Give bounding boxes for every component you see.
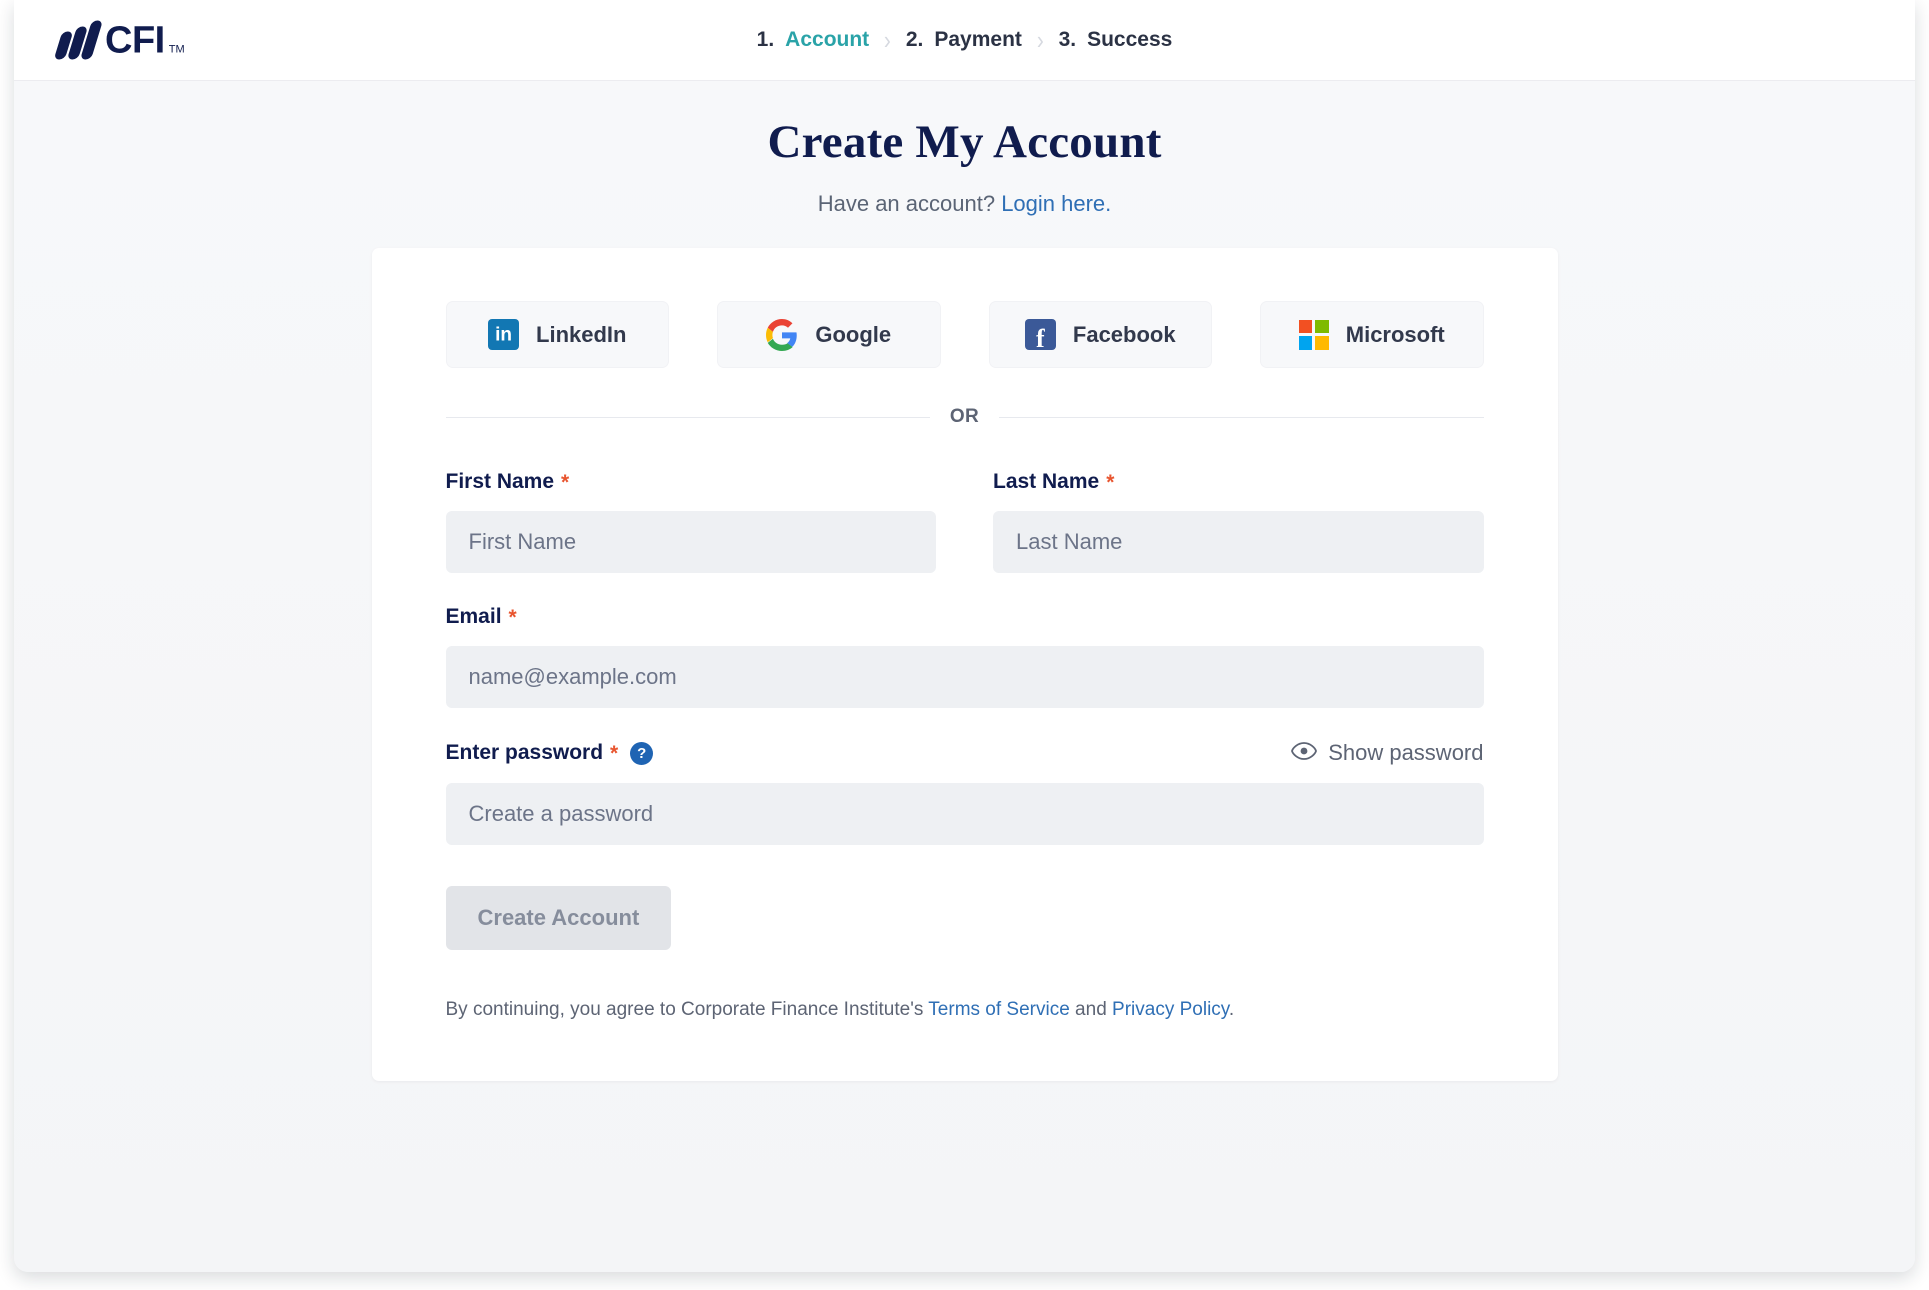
last-name-field: Last Name * <box>993 470 1484 573</box>
eye-icon <box>1291 740 1317 766</box>
facebook-icon <box>1025 319 1056 350</box>
facebook-login-button[interactable]: Facebook <box>989 301 1213 368</box>
password-label-row: Enter password * ? Show passwo <box>446 740 1484 766</box>
step-success-label: Success <box>1087 28 1172 52</box>
first-name-label: First Name <box>446 470 555 494</box>
create-account-button[interactable]: Create Account <box>446 886 672 950</box>
social-login-row: LinkedIn Google <box>446 301 1484 368</box>
password-input[interactable] <box>446 783 1484 845</box>
signup-card: LinkedIn Google <box>372 248 1558 1081</box>
page-title: Create My Account <box>14 115 1915 169</box>
login-prompt: Have an account? Login here. <box>14 191 1915 217</box>
password-label: Enter password <box>446 741 604 765</box>
required-asterisk: * <box>1106 472 1114 493</box>
site-header: CFI TM 1. Account › 2. Payment › 3. Succ… <box>14 0 1915 81</box>
show-password-toggle[interactable]: Show password <box>1291 740 1483 766</box>
google-login-button[interactable]: Google <box>717 301 941 368</box>
first-name-label-row: First Name * <box>446 470 937 494</box>
linkedin-label: LinkedIn <box>536 322 626 348</box>
linkedin-icon <box>488 319 519 350</box>
required-asterisk: * <box>509 607 517 628</box>
microsoft-login-button[interactable]: Microsoft <box>1260 301 1484 368</box>
show-password-label: Show password <box>1328 740 1483 766</box>
email-field: Email * <box>446 605 1484 708</box>
required-asterisk: * <box>610 743 618 764</box>
logo-trademark: TM <box>169 44 185 56</box>
help-icon[interactable]: ? <box>630 742 653 765</box>
step-payment[interactable]: 2. Payment <box>906 28 1022 52</box>
first-name-input[interactable] <box>446 511 937 573</box>
required-asterisk: * <box>561 472 569 493</box>
google-label: Google <box>815 322 891 348</box>
google-icon <box>766 319 798 351</box>
last-name-label: Last Name <box>993 470 1099 494</box>
password-field: Enter password * ? Show passwo <box>446 740 1484 845</box>
privacy-policy-link[interactable]: Privacy Policy <box>1112 999 1229 1020</box>
login-here-link[interactable]: Login here. <box>1001 191 1111 216</box>
linkedin-login-button[interactable]: LinkedIn <box>446 301 670 368</box>
divider-line-right <box>999 417 1483 418</box>
step-payment-number: 2. <box>906 28 924 52</box>
password-label-group: Enter password * ? <box>446 741 654 765</box>
facebook-label: Facebook <box>1073 322 1176 348</box>
chevron-right-icon: › <box>884 27 891 53</box>
checkout-stepper: 1. Account › 2. Payment › 3. Success <box>757 27 1173 53</box>
email-input[interactable] <box>446 646 1484 708</box>
step-success-number: 3. <box>1059 28 1077 52</box>
last-name-input[interactable] <box>993 511 1484 573</box>
step-account-number: 1. <box>757 28 775 52</box>
name-field-row: First Name * Last Name * <box>446 470 1484 605</box>
chevron-right-icon: › <box>1037 27 1044 53</box>
login-prompt-text: Have an account? <box>818 191 995 216</box>
terms-suffix: . <box>1229 999 1234 1020</box>
step-account[interactable]: 1. Account <box>757 28 870 52</box>
terms-of-service-link[interactable]: Terms of Service <box>928 999 1069 1020</box>
first-name-field: First Name * <box>446 470 937 573</box>
step-success[interactable]: 3. Success <box>1059 28 1173 52</box>
terms-prefix: By continuing, you agree to Corporate Fi… <box>446 999 929 1020</box>
cfi-logo[interactable]: CFI TM <box>58 21 185 60</box>
logo-wordmark: CFI <box>105 21 165 59</box>
microsoft-label: Microsoft <box>1346 322 1445 348</box>
email-label: Email <box>446 605 502 629</box>
screenshot-viewport: CFI TM 1. Account › 2. Payment › 3. Succ… <box>0 0 1929 1290</box>
email-label-row: Email * <box>446 605 1484 629</box>
terms-middle: and <box>1070 999 1112 1020</box>
divider-line-left <box>446 417 930 418</box>
or-divider: OR <box>446 406 1484 428</box>
terms-notice: By continuing, you agree to Corporate Fi… <box>446 999 1484 1021</box>
last-name-label-row: Last Name * <box>993 470 1484 494</box>
microsoft-icon <box>1299 320 1329 350</box>
browser-window: CFI TM 1. Account › 2. Payment › 3. Succ… <box>14 0 1915 1272</box>
cfi-bars-logo-icon <box>58 21 97 60</box>
step-account-label: Account <box>785 28 869 52</box>
page-body: Create My Account Have an account? Login… <box>14 81 1915 1272</box>
or-label: OR <box>950 406 979 428</box>
step-payment-label: Payment <box>934 28 1022 52</box>
